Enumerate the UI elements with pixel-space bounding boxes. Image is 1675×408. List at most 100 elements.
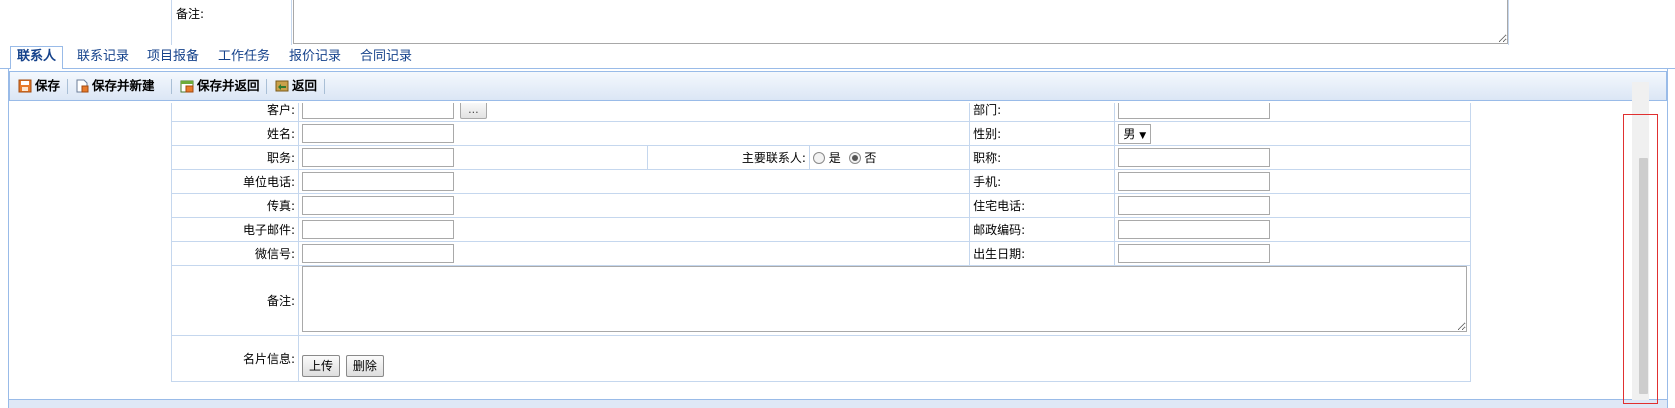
postcode-cell (1114, 217, 1471, 242)
save-new-label: 保存并新建 (92, 78, 155, 93)
gender-label: 性别: (969, 121, 1116, 146)
name-input[interactable] (302, 124, 454, 143)
highlight-box (1623, 114, 1658, 404)
contact-panel: 保存 保存并新建 保存并返回 返回 客户: ... 部门: 姓名: 性别: 男 … (8, 69, 1668, 408)
chevron-down-icon: ▼ (1139, 130, 1147, 141)
mobile-cell (1114, 169, 1471, 194)
form-row-position: 职务: 主要联系人: 是 否 职称: (171, 145, 1471, 170)
primary-yes-radio[interactable] (812, 152, 825, 164)
return-label: 返回 (292, 78, 318, 93)
title-cell (1114, 145, 1471, 170)
mobile-input[interactable] (1118, 172, 1271, 191)
tab-strip: 联系人 联系记录 项目报备 工作任务 报价记录 合同记录 (0, 45, 1675, 70)
toolbar: 保存 保存并新建 保存并返回 返回 (9, 71, 1667, 101)
toolbar-separator (324, 79, 325, 94)
contact-form: 客户: ... 部门: 姓名: 性别: 男 ▼ 职务: 主要联系人: 是 否 职… (9, 103, 1619, 399)
tab-quote-records[interactable]: 报价记录 (283, 47, 347, 69)
gender-select[interactable]: 男 ▼ (1118, 123, 1152, 144)
toolbar-separator (266, 79, 267, 94)
return-icon (275, 80, 289, 92)
tab-contacts[interactable]: 联系人 (10, 46, 64, 70)
tab-project-reports[interactable]: 项目报备 (141, 47, 205, 69)
remark-textarea[interactable] (302, 266, 1467, 332)
save-button[interactable]: 保存 (18, 76, 60, 96)
tab-contact-records[interactable]: 联系记录 (71, 47, 135, 69)
fax-label: 传真: (171, 193, 299, 218)
upload-button[interactable]: 上传 (302, 354, 341, 377)
customer-cell: ... (297, 103, 971, 122)
form-row-card: 名片信息: 上传 删除 (171, 335, 1471, 382)
postcode-label: 邮政编码: (969, 217, 1116, 242)
form-row-wechat: 微信号: 出生日期: (171, 241, 1471, 266)
fax-input[interactable] (302, 196, 454, 215)
title-label: 职称: (969, 145, 1116, 170)
fax-cell (297, 193, 971, 218)
toolbar-separator (171, 79, 172, 94)
office-phone-label: 单位电话: (171, 169, 299, 194)
office-phone-cell (297, 169, 971, 194)
card-label: 名片信息: (171, 335, 299, 382)
birthday-label: 出生日期: (969, 241, 1116, 266)
form-row-office-phone: 单位电话: 手机: (171, 169, 1471, 194)
primary-no-radio[interactable] (848, 152, 861, 164)
home-phone-cell (1114, 193, 1471, 218)
panel-bottom-bar (9, 399, 1667, 408)
tab-work-tasks[interactable]: 工作任务 (212, 47, 276, 69)
new-document-icon (76, 79, 89, 93)
birthday-input[interactable] (1118, 244, 1271, 263)
office-phone-input[interactable] (302, 172, 454, 191)
save-icon (18, 79, 32, 93)
save-return-label: 保存并返回 (197, 78, 260, 93)
form-row-fax: 传真: 住宅电话: (171, 193, 1471, 218)
mobile-label: 手机: (969, 169, 1116, 194)
customer-label: 客户: (171, 103, 299, 122)
form-row-name: 姓名: 性别: 男 ▼ (171, 121, 1471, 146)
toolbar-separator (67, 79, 68, 94)
wechat-cell (297, 241, 971, 266)
remark-cell (298, 265, 1471, 336)
form-row-email: 电子邮件: 邮政编码: (171, 217, 1471, 242)
customer-picker-button[interactable]: ... (459, 103, 487, 119)
wechat-input[interactable] (302, 244, 454, 263)
previous-remark-textarea[interactable] (293, 0, 1508, 44)
primary-contact-cell: 是 否 (808, 145, 971, 170)
save-return-button[interactable]: 保存并返回 (180, 76, 260, 96)
department-label: 部门: (969, 103, 1116, 122)
gender-cell: 男 ▼ (1114, 121, 1471, 146)
postcode-input[interactable] (1118, 220, 1271, 239)
tab-contract-records[interactable]: 合同记录 (354, 47, 418, 69)
page: 备注: 联系人 联系记录 项目报备 工作任务 报价记录 合同记录 保存 保存并新… (0, 0, 1675, 408)
name-cell (297, 121, 971, 146)
previous-remark-row: 备注: (171, 0, 1509, 46)
save-new-button[interactable]: 保存并新建 (75, 76, 155, 96)
form-row-remark: 备注: (171, 265, 1471, 336)
card-cell: 上传 删除 (298, 335, 1471, 382)
primary-no-label: 否 (864, 151, 877, 165)
delete-button[interactable]: 删除 (345, 354, 384, 377)
contact-form-table: 客户: ... 部门: 姓名: 性别: 男 ▼ 职务: 主要联系人: 是 否 职… (171, 103, 1471, 382)
email-label: 电子邮件: (171, 217, 299, 242)
primary-contact-label: 主要联系人: (646, 145, 810, 170)
position-input[interactable] (302, 148, 454, 167)
name-label: 姓名: (171, 121, 299, 146)
department-cell (1114, 103, 1471, 122)
email-input[interactable] (302, 220, 454, 239)
title-input[interactable] (1118, 148, 1271, 167)
wechat-label: 微信号: (171, 241, 299, 266)
position-cell (298, 145, 648, 170)
remark-label: 备注: (171, 265, 299, 336)
form-row-customer: 客户: ... 部门: (171, 103, 1471, 122)
position-label: 职务: (171, 145, 299, 170)
home-phone-input[interactable] (1118, 196, 1271, 215)
primary-yes-label: 是 (828, 151, 841, 165)
birthday-cell (1114, 241, 1471, 266)
save-return-icon (180, 80, 194, 93)
previous-remark-label: 备注: (172, 0, 292, 46)
return-button[interactable]: 返回 (275, 76, 317, 96)
department-input[interactable] (1118, 103, 1271, 119)
customer-input[interactable] (302, 103, 454, 119)
save-label: 保存 (35, 78, 61, 93)
gender-value: 男 (1123, 126, 1136, 141)
email-cell (297, 217, 971, 242)
home-phone-label: 住宅电话: (969, 193, 1116, 218)
